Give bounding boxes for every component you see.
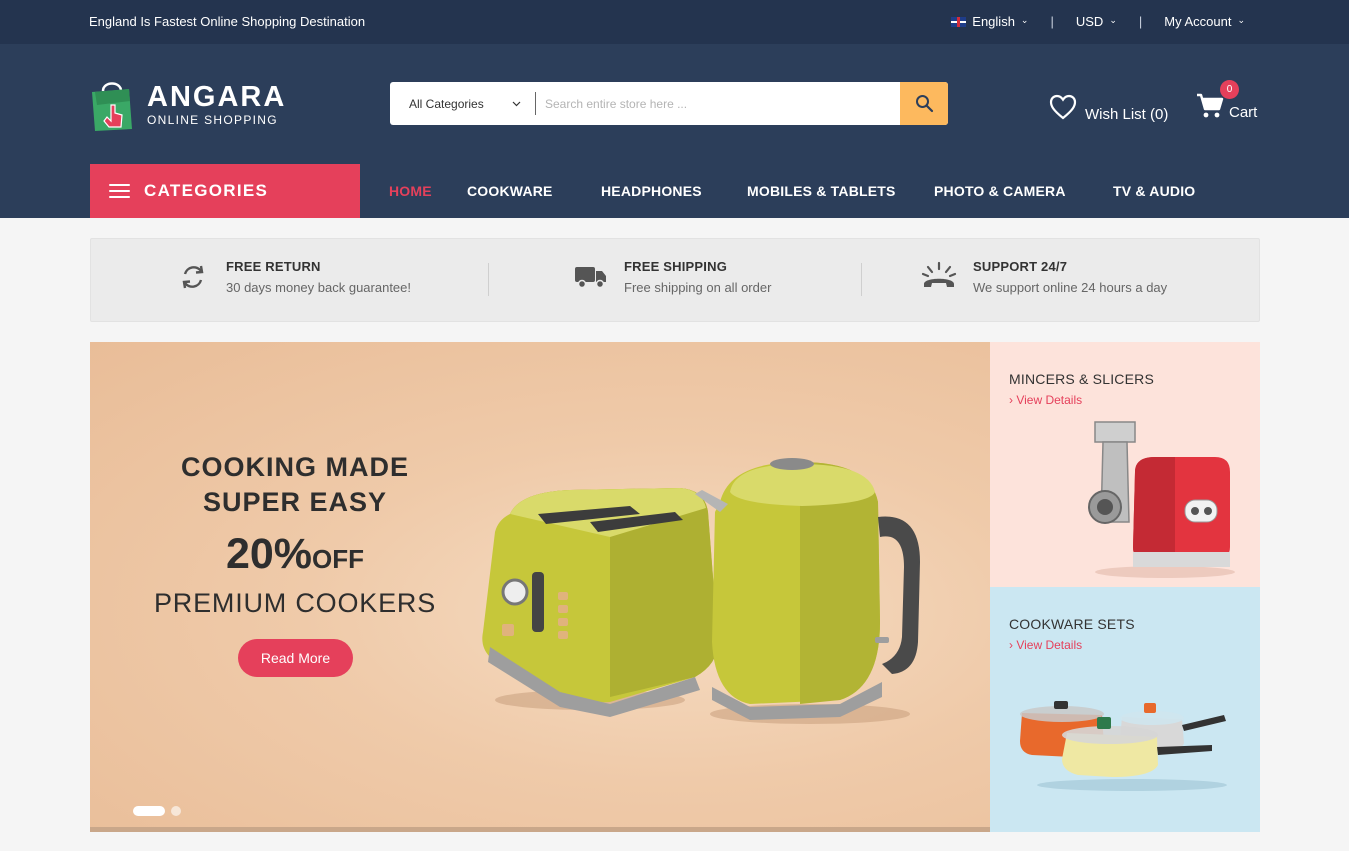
account-label: My Account [1164, 14, 1232, 29]
language-dropdown[interactable]: English ⌄ [951, 14, 1028, 29]
hero-slider: COOKING MADE SUPER EASY 20%OFF PREMIUM C… [90, 342, 990, 832]
search-input[interactable] [536, 83, 900, 124]
brand-name: ANGARA [147, 80, 287, 113]
uk-flag-icon [951, 16, 967, 27]
nav-item-tv-audio[interactable]: TV & AUDIO [1113, 183, 1195, 199]
feature-title: FREE RETURN [226, 259, 321, 274]
chevron-down-icon: ⌄ [1109, 15, 1117, 25]
category-select[interactable]: All Categories [390, 92, 536, 115]
feature-support: SUPPORT 24/7 We support online 24 hours … [921, 259, 1167, 295]
feature-free-shipping: FREE SHIPPING Free shipping on all order [574, 259, 771, 295]
read-more-button[interactable]: Read More [238, 639, 353, 677]
brand-tagline: ONLINE SHOPPING [147, 112, 278, 127]
feature-desc: 30 days money back guarantee! [226, 280, 412, 295]
divider [861, 263, 862, 296]
separator: | [1138, 14, 1143, 29]
hero-line-4: PREMIUM COOKERS [153, 588, 437, 618]
chevron-down-icon: ⌄ [1020, 15, 1029, 25]
cart-label: Cart [1229, 104, 1258, 121]
separator: | [1050, 14, 1054, 29]
logo-text: ANGARA ONLINE SHOPPING [147, 82, 286, 127]
hero-line-2: SUPER EASY [202, 487, 388, 517]
hero-text: COOKING MADE SUPER EASY 20%OFF PREMIUM C… [110, 450, 480, 619]
chevron-down-icon [512, 101, 521, 106]
logo[interactable]: ANGARA ONLINE SHOPPING [89, 75, 286, 133]
nav-item-photo-camera[interactable]: PHOTO & CAMERA [934, 183, 1066, 199]
feature-desc: Free shipping on all order [624, 280, 772, 295]
phone-icon [921, 261, 957, 287]
language-label: English [972, 14, 1015, 29]
banner-mincers-slicers[interactable]: MINCERS & SLICERS › View Details [990, 342, 1260, 587]
meat-mincer-image [1088, 421, 1235, 578]
feature-free-return: FREE RETURN 30 days money back guarantee… [176, 259, 411, 295]
truck-icon [575, 267, 606, 289]
top-bar-menus: English ⌄ | USD ⌄ | My Account ⌄ [951, 14, 1245, 29]
divider [488, 263, 489, 296]
cart-icon [1197, 93, 1224, 118]
heart-icon [1049, 94, 1077, 119]
nav-item-mobiles-tablets[interactable]: MOBILES & TABLETS [747, 183, 896, 199]
cart-count-badge: 0 [1220, 80, 1239, 99]
main-nav: HOME COOKWARE HEADPHONES MOBILES & TABLE… [0, 183, 1349, 203]
shopping-bag-icon [92, 82, 132, 131]
currency-dropdown[interactable]: USD ⌄ [1076, 14, 1117, 29]
feature-title: FREE SHIPPING [624, 259, 728, 274]
search-button[interactable] [900, 82, 948, 125]
banner-title: MINCERS & SLICERS [1009, 371, 1154, 387]
hero-discount: 20%OFF [110, 532, 480, 586]
view-details-link[interactable]: › View Details [1009, 638, 1082, 652]
wishlist-label: Wish List (0) [1085, 106, 1169, 123]
wishlist-link[interactable]: Wish List (0) [1049, 90, 1168, 123]
nav-item-headphones[interactable]: HEADPHONES [601, 183, 702, 199]
category-select-label: All Categories [409, 96, 484, 111]
features-bar: FREE RETURN 30 days money back guarantee… [90, 238, 1260, 322]
hero-off: OFF [312, 544, 365, 574]
account-dropdown[interactable]: My Account ⌄ [1164, 14, 1245, 29]
feature-desc: We support online 24 hours a day [973, 280, 1168, 295]
banner-title: COOKWARE SETS [1009, 616, 1135, 632]
nav-item-home[interactable]: HOME [389, 183, 432, 199]
slider-dot[interactable] [171, 806, 181, 816]
chevron-down-icon: ⌄ [1237, 15, 1245, 25]
refresh-icon [182, 265, 204, 289]
currency-label: USD [1075, 14, 1104, 29]
hero-percent: 20% [225, 530, 313, 578]
search-icon [915, 95, 933, 113]
feature-title: SUPPORT 24/7 [973, 259, 1068, 274]
hero-line-1: COOKING MADE [181, 452, 409, 482]
nav-item-cookware[interactable]: COOKWARE [467, 183, 553, 199]
search-bar: All Categories [390, 82, 948, 125]
cookware-set-image [1020, 701, 1227, 791]
view-details-link[interactable]: › View Details [1009, 393, 1082, 407]
slider-dot-active[interactable] [133, 806, 165, 816]
toaster-kettle-image [482, 458, 920, 724]
slider-dots [133, 806, 181, 816]
top-bar: England Is Fastest Online Shopping Desti… [0, 0, 1349, 44]
tagline: England Is Fastest Online Shopping Desti… [89, 14, 366, 29]
cart-link[interactable]: 0 Cart [1196, 80, 1266, 124]
header: ANGARA ONLINE SHOPPING All Categories Wi… [0, 44, 1349, 218]
banner-cookware-sets[interactable]: COOKWARE SETS › View Details [990, 587, 1260, 832]
